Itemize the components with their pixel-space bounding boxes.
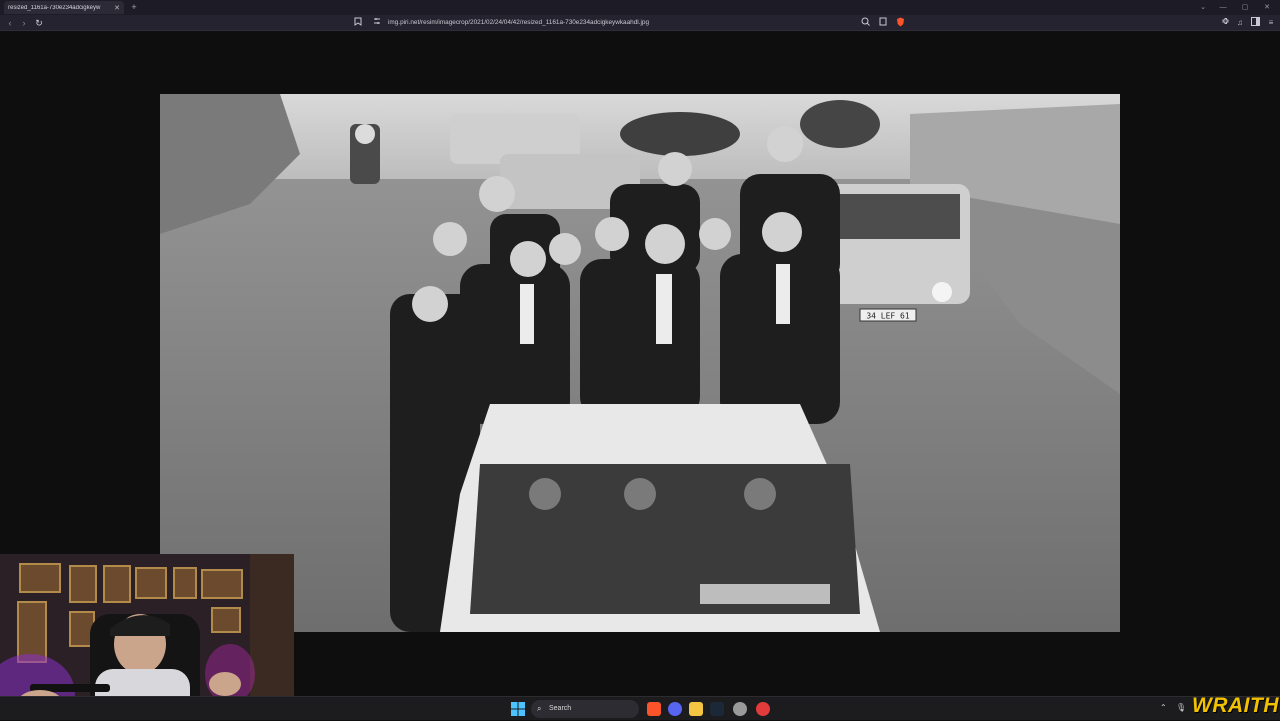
photo-illustration: 34 LEF 61 <box>160 94 1120 632</box>
brave-shields-icon[interactable] <box>894 17 906 29</box>
maximize-button[interactable]: ▢ <box>1234 0 1256 15</box>
extensions-icon[interactable] <box>1219 17 1231 29</box>
reload-icon[interactable]: ↻ <box>33 17 45 29</box>
site-info-icon[interactable] <box>371 17 383 29</box>
media-icon[interactable]: ♫ <box>1234 17 1246 29</box>
steam-icon[interactable] <box>710 702 724 716</box>
file-explorer-icon[interactable] <box>689 702 703 716</box>
tab-search-icon[interactable]: ⌄ <box>1192 0 1214 15</box>
windows-taskbar: ⌕ Search ⌃ 🎙 <box>0 696 1280 720</box>
forward-icon[interactable]: › <box>18 17 30 29</box>
microphone-icon[interactable]: 🎙 <box>1176 703 1186 712</box>
taskbar-search[interactable]: ⌕ Search <box>531 700 639 718</box>
tab-title: resized_1161a-730e234adcigkeyw <box>8 4 101 11</box>
sidebar-icon[interactable] <box>1249 17 1261 29</box>
back-icon[interactable]: ‹ <box>4 17 16 29</box>
app-icon[interactable] <box>756 702 770 716</box>
settings-gear-icon[interactable] <box>733 702 747 716</box>
wraith-logo: WRAITH <box>1192 694 1279 717</box>
browser-toolbar: ‹ › ↻ img.piri.net/resim/imagecrop/2021/… <box>0 15 1280 31</box>
address-bar[interactable]: img.piri.net/resim/imagecrop/2021/02/24/… <box>388 18 858 28</box>
brave-browser-icon[interactable] <box>647 702 661 716</box>
close-tab-icon[interactable]: ✕ <box>114 4 120 12</box>
search-icon: ⌕ <box>537 704 542 713</box>
zoom-icon[interactable] <box>859 17 871 29</box>
minimize-button[interactable]: — <box>1212 0 1234 15</box>
close-window-button[interactable]: ✕ <box>1256 0 1278 15</box>
browser-tab[interactable]: resized_1161a-730e234adcigkeyw ✕ <box>4 1 124 14</box>
license-plate: 34 LEF 61 <box>866 312 910 321</box>
search-label: Search <box>549 705 572 712</box>
reader-mode-icon[interactable] <box>877 17 889 29</box>
menu-icon[interactable]: ≡ <box>1265 17 1277 29</box>
bookmark-icon[interactable] <box>352 17 364 29</box>
new-tab-button[interactable]: + <box>129 1 139 13</box>
displayed-photo: 34 LEF 61 <box>160 94 1120 632</box>
start-icon[interactable] <box>511 702 525 716</box>
discord-icon[interactable] <box>668 702 682 716</box>
tray-chevron-icon[interactable]: ⌃ <box>1160 703 1167 712</box>
tab-strip: resized_1161a-730e234adcigkeyw ✕ + ⌄ — ▢… <box>0 0 1280 15</box>
